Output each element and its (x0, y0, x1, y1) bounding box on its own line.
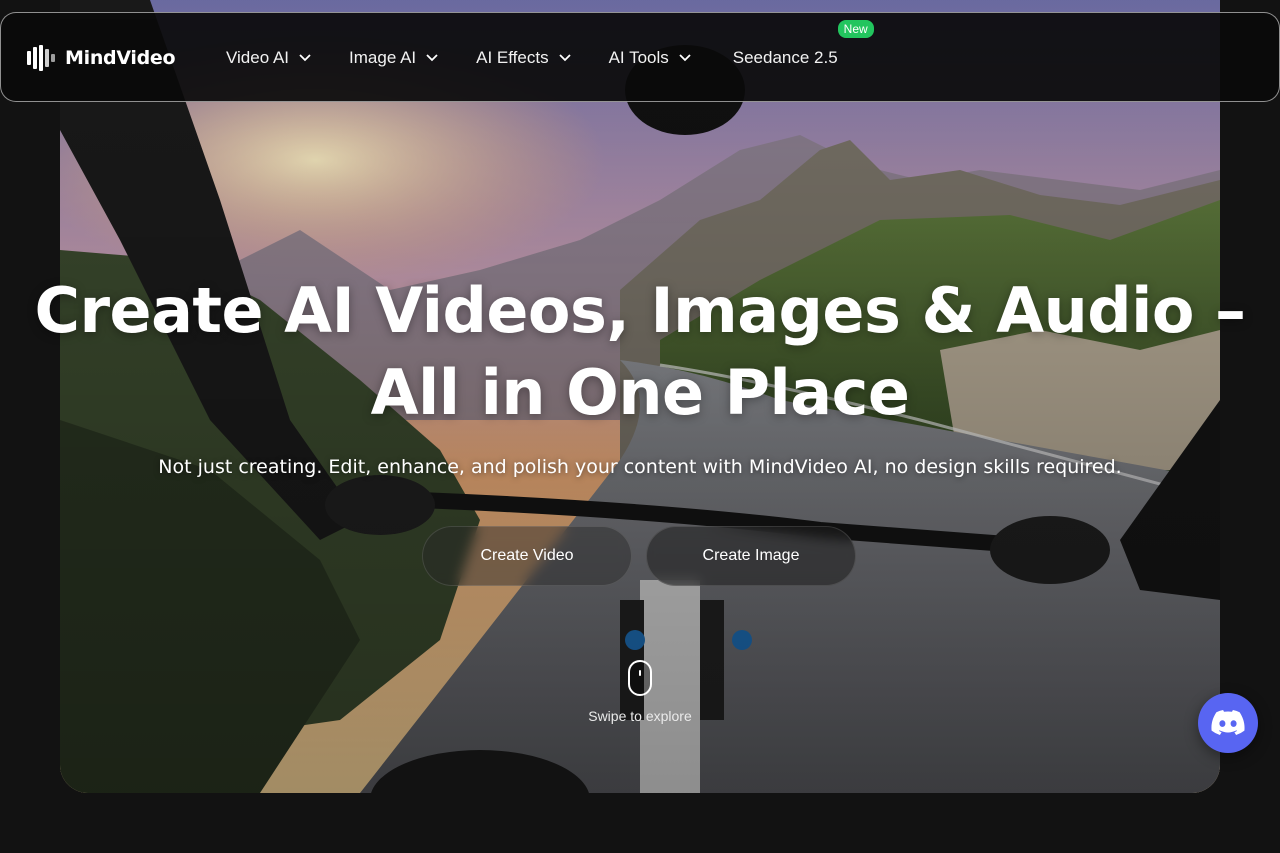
nav-item-ai-effects[interactable]: AI Effects (476, 48, 571, 68)
nav-item-seedance[interactable]: Seedance 2.5 New (732, 20, 874, 68)
nav-item-label: Image AI (349, 48, 417, 67)
brand-name: MindVideo (65, 47, 176, 69)
hero-headline-line2: All in One Place (370, 356, 910, 429)
discord-icon (1211, 710, 1245, 735)
nav-item-ai-tools[interactable]: AI Tools (609, 48, 691, 68)
nav-item-video-ai[interactable]: Video AI (226, 48, 311, 68)
top-navbar: MindVideo Video AI Image AI AI Effects A… (0, 12, 1280, 102)
create-video-button[interactable]: Create Video (422, 526, 632, 586)
nav-item-image-ai[interactable]: Image AI (349, 48, 438, 68)
brand-logo[interactable]: MindVideo (27, 45, 176, 71)
nav-item-label: AI Tools (608, 48, 669, 67)
chevron-down-icon (299, 54, 311, 62)
mindvideo-logo-icon (27, 45, 55, 71)
nav-item-label: Seedance 2.5 (732, 48, 838, 67)
hero-headline: Create AI Videos, Images & Audio – All i… (0, 270, 1280, 434)
new-badge: New (837, 20, 874, 38)
chevron-down-icon (679, 54, 691, 62)
hero-cta-group: Create Video Create Image (422, 526, 856, 586)
scroll-hint[interactable]: Swipe to explore (0, 660, 1280, 724)
main-menu: Video AI Image AI AI Effects AI Tools Se… (226, 13, 876, 103)
create-image-button[interactable]: Create Image (646, 526, 856, 586)
discord-button[interactable] (1198, 693, 1258, 753)
hero-headline-line1: Create AI Videos, Images & Audio – (34, 274, 1246, 347)
swipe-label: Swipe to explore (588, 708, 692, 724)
nav-item-label: AI Effects (476, 48, 549, 67)
nav-item-label: Video AI (226, 48, 290, 67)
chevron-down-icon (426, 54, 438, 62)
hero-subheadline: Not just creating. Edit, enhance, and po… (158, 456, 1122, 478)
chevron-down-icon (558, 54, 571, 62)
mouse-scroll-icon (628, 660, 652, 696)
